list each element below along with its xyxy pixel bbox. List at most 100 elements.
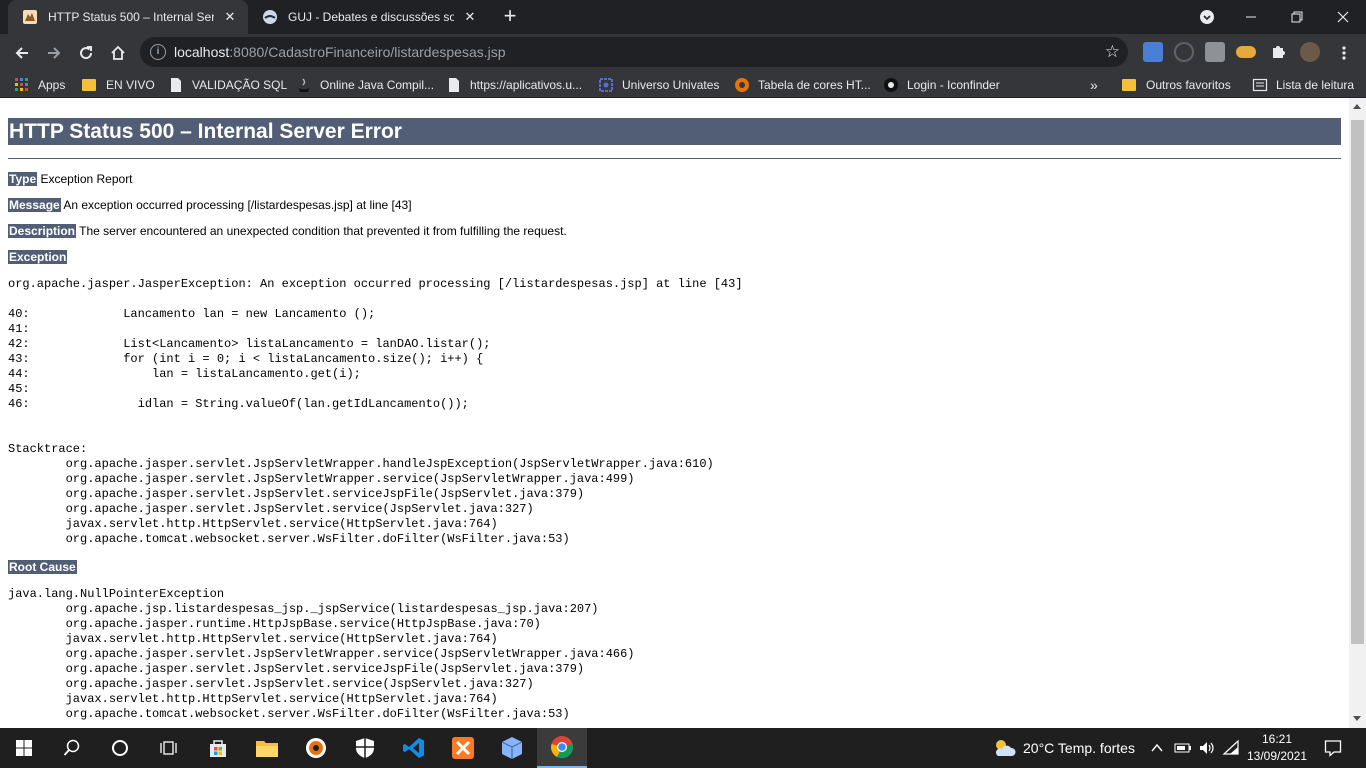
security-app[interactable] <box>341 728 389 768</box>
chrome-app[interactable] <box>537 728 587 768</box>
cortana-circle-icon <box>112 740 128 756</box>
folder-icon <box>256 741 278 757</box>
chrome-menu-icon[interactable] <box>1330 39 1358 67</box>
system-clock[interactable]: 16:21 13/09/2021 <box>1244 731 1310 765</box>
windows-taskbar: 20°C Temp. fortes 16:21 13/09/2021 <box>0 728 1366 768</box>
robot-extension-icon[interactable] <box>1205 42 1225 62</box>
store-app[interactable] <box>194 728 242 768</box>
type-value: Exception Report <box>40 172 133 186</box>
bookmark-online-java-compiler[interactable]: Online Java Compil... <box>296 75 434 95</box>
chrome-icon <box>551 736 573 759</box>
xampp-app[interactable] <box>439 728 487 768</box>
tab-guj[interactable]: GUJ - Debates e discussões sobre ✕ <box>248 0 488 34</box>
message-label: Message <box>8 198 61 212</box>
bookmark-iconfinder[interactable]: Login - Iconfinder <box>883 75 1000 95</box>
univates-icon <box>599 78 613 92</box>
root-cause-trace: java.lang.NullPointerException org.apach… <box>8 587 635 721</box>
bookmark-validacao-sql[interactable]: VALIDAÇÃO SQL <box>168 75 287 95</box>
clock-time: 16:21 <box>1261 732 1293 746</box>
minimize-icon[interactable] <box>1228 0 1274 34</box>
bookmark-apps[interactable]: Apps <box>14 75 65 95</box>
volume-icon[interactable] <box>1198 728 1216 768</box>
scrollbar-thumb[interactable] <box>1351 120 1364 644</box>
weather-text: 20°C Temp. fortes <box>1023 740 1135 756</box>
tomcat-favicon-icon <box>23 10 37 24</box>
java-icon <box>299 78 309 92</box>
search-button[interactable] <box>48 728 96 768</box>
message-row: Message An exception occurred processing… <box>8 198 412 212</box>
root-cause-row: Root Cause <box>8 560 77 574</box>
divider <box>8 158 1341 159</box>
guj-favicon-icon <box>263 10 277 24</box>
home-button[interactable] <box>104 39 132 67</box>
restore-icon[interactable] <box>1274 0 1320 34</box>
battery-icon[interactable] <box>1174 728 1192 768</box>
virtualbox-app[interactable] <box>488 728 536 768</box>
scroll-down-arrow-icon[interactable] <box>1353 716 1361 721</box>
exception-row: Exception <box>8 250 68 264</box>
bookmarks-overflow-chevron[interactable]: » <box>1090 75 1098 95</box>
bookmark-outros-favoritos[interactable]: Outros favoritos <box>1122 75 1231 95</box>
weather-widget[interactable]: 20°C Temp. fortes <box>992 728 1135 768</box>
forward-button[interactable] <box>40 39 68 67</box>
new-tab-plus-icon[interactable]: + <box>498 5 522 29</box>
folder-icon <box>1122 79 1136 91</box>
description-value: The server encountered an unexpected con… <box>79 224 567 238</box>
tab-close-icon[interactable]: ✕ <box>462 9 478 25</box>
profile-avatar[interactable] <box>1300 42 1320 62</box>
tab-search-icon[interactable] <box>1184 0 1230 34</box>
description-label: Description <box>8 224 77 238</box>
tab-http-status-500[interactable]: HTTP Status 500 – Internal Server Error … <box>8 0 248 34</box>
mustache-extension-icon[interactable] <box>1236 46 1256 58</box>
description-row: Description The server encountered an un… <box>8 224 567 238</box>
task-view-icon <box>160 741 177 755</box>
vscode-icon <box>403 738 424 758</box>
exception-label: Exception <box>8 250 68 264</box>
sync-extension-icon[interactable] <box>1174 42 1194 62</box>
bookmark-star-icon[interactable]: ☆ <box>1105 42 1120 62</box>
tab-strip: HTTP Status 500 – Internal Server Error … <box>0 0 1366 34</box>
address-url[interactable]: localhost:8080/CadastroFinanceiro/listar… <box>174 44 506 60</box>
bookmark-aplicativos[interactable]: https://aplicativos.u... <box>446 75 582 95</box>
file-explorer-app[interactable] <box>243 728 291 768</box>
tab-title: HTTP Status 500 – Internal Server Error <box>48 10 214 24</box>
message-value: An exception occurred processing [/lista… <box>63 198 412 212</box>
type-label: Type <box>8 172 38 186</box>
google-translate-extension-icon[interactable] <box>1143 42 1163 62</box>
start-button[interactable] <box>0 728 48 768</box>
bookmark-universo-univates[interactable]: Universo Univates <box>598 75 719 95</box>
scroll-up-arrow-icon[interactable] <box>1353 104 1361 109</box>
error-page: HTTP Status 500 – Internal Server Error … <box>0 98 1349 728</box>
page-scrollbar[interactable] <box>1349 98 1366 728</box>
address-bar[interactable]: i localhost:8080/CadastroFinanceiro/list… <box>140 37 1128 67</box>
xampp-icon <box>452 737 474 759</box>
color-icon <box>735 78 749 92</box>
vscode-app[interactable] <box>390 728 438 768</box>
bookmark-en-vivo[interactable]: EN VIVO <box>82 75 155 95</box>
tab-close-icon[interactable]: ✕ <box>222 9 238 25</box>
back-button[interactable] <box>8 39 36 67</box>
weather-cloud-icon <box>995 740 1016 756</box>
extensions-puzzle-icon[interactable] <box>1268 42 1288 62</box>
notifications-button[interactable] <box>1324 728 1342 768</box>
wifi-icon[interactable] <box>1222 728 1240 768</box>
type-row: Type Exception Report <box>8 172 133 186</box>
search-icon <box>63 739 80 756</box>
close-window-icon[interactable] <box>1320 0 1366 34</box>
show-hidden-icons-chevron[interactable] <box>1150 728 1164 768</box>
reading-list-button[interactable]: Lista de leitura <box>1252 75 1354 95</box>
task-view-button[interactable] <box>144 728 192 768</box>
media-player-app[interactable] <box>292 728 340 768</box>
cortana-button[interactable] <box>96 728 144 768</box>
windows-logo-icon <box>16 740 32 756</box>
site-info-icon[interactable]: i <box>150 44 166 60</box>
notification-icon <box>1324 740 1342 757</box>
media-player-icon <box>306 738 326 758</box>
reload-button[interactable] <box>72 39 100 67</box>
clock-date: 13/09/2021 <box>1246 749 1308 763</box>
page-icon <box>171 78 181 92</box>
reading-list-icon <box>1252 78 1268 92</box>
exception-text: org.apache.jasper.JasperException: An ex… <box>8 277 743 291</box>
shield-icon <box>356 738 374 758</box>
bookmark-tabela-de-cores[interactable]: Tabela de cores HT... <box>734 75 871 95</box>
